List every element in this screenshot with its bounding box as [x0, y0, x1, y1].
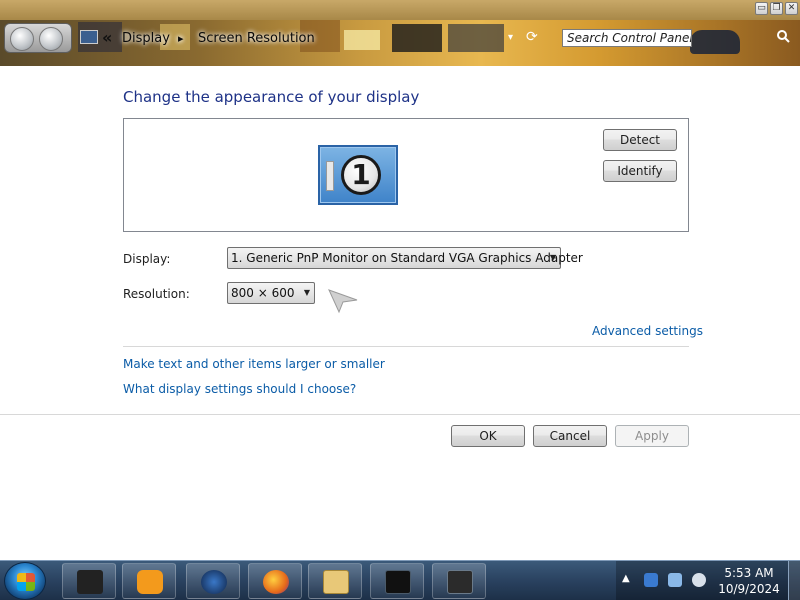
monitor-arrangement-panel: 1 Detect Identify	[123, 118, 689, 232]
screen-resolution-page: Change the appearance of your display 1 …	[0, 66, 800, 560]
monitor-number: 1	[341, 155, 381, 195]
apply-button[interactable]: Apply	[615, 425, 689, 447]
clock-date: 10/9/2024	[718, 582, 780, 596]
navigation-buttons	[4, 23, 72, 53]
text-size-link[interactable]: Make text and other items larger or smal…	[123, 357, 385, 371]
dark-app-icon	[447, 570, 473, 594]
network-icon[interactable]	[644, 573, 658, 587]
window-controls: ▭ ❐ ✕	[755, 2, 798, 15]
mouse-pointer-icon	[328, 289, 358, 314]
resolution-select[interactable]: 800 × 600 ▼	[227, 282, 315, 304]
show-hidden-icons-icon[interactable]: ▲	[622, 573, 630, 584]
resolution-label: Resolution:	[123, 287, 190, 301]
chevron-down-icon: ▼	[303, 288, 310, 297]
taskbar-app-6[interactable]	[370, 563, 424, 599]
volume-icon[interactable]	[692, 573, 706, 587]
close-button[interactable]: ✕	[785, 2, 798, 15]
address-bar[interactable]: « Display ▸ Screen Resolution ▾ ⟳	[76, 26, 550, 50]
search-input[interactable]: Search Control Panel	[562, 29, 692, 47]
monitor-taskbar-graphic	[326, 161, 334, 191]
start-button[interactable]	[4, 562, 46, 600]
windows-logo-icon	[17, 573, 35, 591]
display-select[interactable]: 1. Generic PnP Monitor on Standard VGA G…	[227, 247, 583, 269]
search-icon[interactable]	[776, 29, 794, 47]
address-dropdown-icon[interactable]: ▾	[508, 32, 513, 43]
taskbar-app-2[interactable]	[122, 563, 176, 599]
taskbar-app-7[interactable]	[432, 563, 486, 599]
breadcrumb-screen-resolution[interactable]: Screen Resolution	[198, 31, 315, 46]
refresh-icon[interactable]: ⟳	[526, 29, 538, 45]
system-clock[interactable]: 5:53 AM 10/9/2024	[716, 565, 782, 597]
display-help-link[interactable]: What display settings should I choose?	[123, 382, 356, 396]
resolution-select-value: 800 × 600	[231, 286, 295, 300]
firefox-icon	[263, 570, 289, 594]
show-desktop-button[interactable]	[788, 561, 800, 600]
globe-icon	[201, 570, 227, 594]
page-title: Change the appearance of your display	[123, 88, 420, 106]
taskbar-app-5[interactable]	[308, 563, 362, 599]
action-center-icon[interactable]	[668, 573, 682, 587]
monitor-app-icon	[77, 570, 103, 594]
display-label: Display:	[123, 252, 171, 266]
divider	[123, 346, 689, 347]
terminal-window-icon	[385, 570, 411, 594]
detect-button[interactable]: Detect	[603, 129, 677, 151]
title-strip	[0, 0, 800, 20]
restore-button[interactable]: ❐	[770, 2, 783, 15]
breadcrumb-separator-icon[interactable]: ▸	[178, 32, 184, 45]
monitor-1-icon[interactable]: 1	[318, 145, 398, 205]
minimize-button[interactable]: ▭	[755, 2, 768, 15]
chevron-down-icon: ▼	[549, 253, 556, 262]
clock-time: 5:53 AM	[724, 566, 774, 580]
control-panel-icon	[80, 30, 98, 44]
forward-button[interactable]	[39, 27, 63, 51]
display-select-value: 1. Generic PnP Monitor on Standard VGA G…	[231, 251, 583, 265]
back-button[interactable]	[10, 27, 34, 51]
identify-button[interactable]: Identify	[603, 160, 677, 182]
advanced-settings-link[interactable]: Advanced settings	[592, 324, 703, 338]
explorer-folder-icon	[323, 570, 349, 594]
cancel-button[interactable]: Cancel	[533, 425, 607, 447]
title-bar: ▭ ❐ ✕ « Display ▸ Screen Resolution ▾ ⟳ …	[0, 0, 800, 66]
divider	[0, 414, 800, 415]
breadcrumb-display[interactable]: Display	[122, 31, 170, 46]
taskbar: ▲ 5:53 AM 10/9/2024	[0, 560, 800, 600]
taskbar-app-4[interactable]	[248, 563, 302, 599]
breadcrumb-overflow-icon[interactable]: «	[102, 28, 112, 47]
taskbar-app-3[interactable]	[186, 563, 240, 599]
media-player-icon	[137, 570, 163, 594]
ok-button[interactable]: OK	[451, 425, 525, 447]
taskbar-app-1[interactable]	[62, 563, 116, 599]
